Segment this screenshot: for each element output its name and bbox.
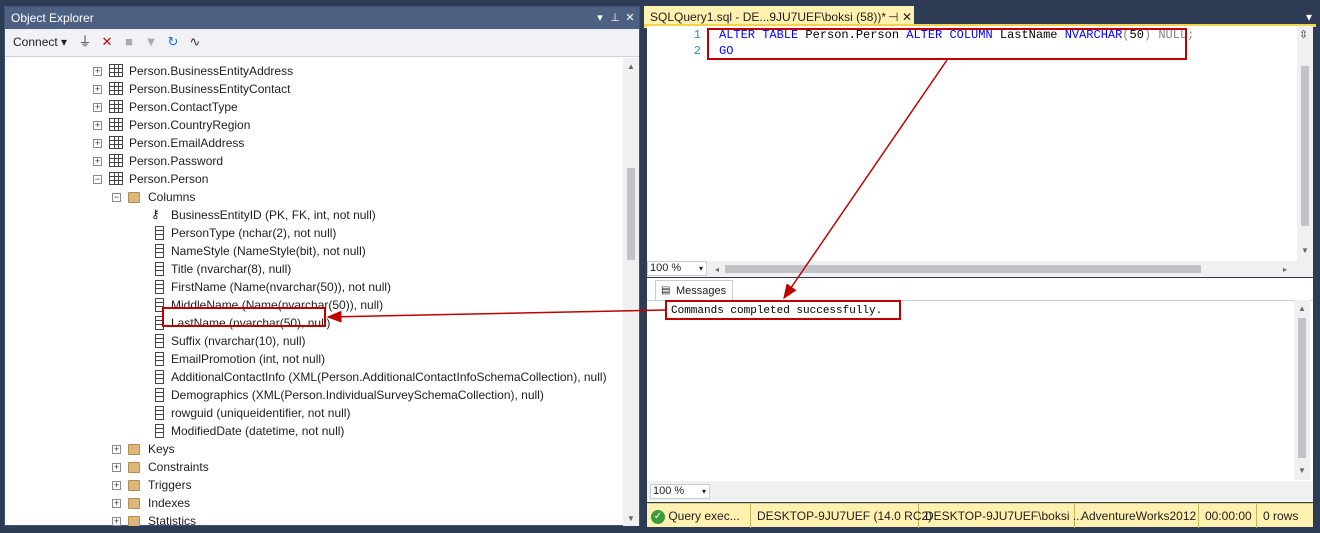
annotation-arrows [326,59,948,323]
arrow-query-to-message [783,59,948,300]
arrow-message-to-column [326,309,666,323]
